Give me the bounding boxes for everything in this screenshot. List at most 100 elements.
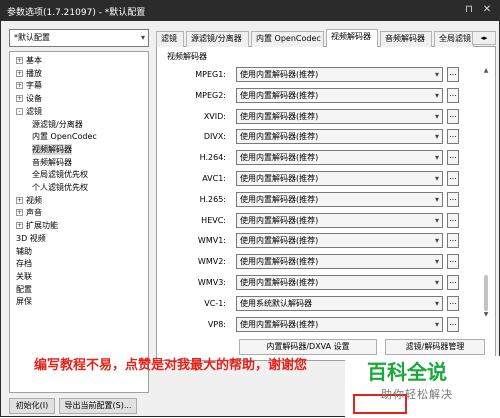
decoder-select[interactable]: 使用内置解码器(推荐) ▾	[236, 87, 443, 103]
tree-item[interactable]: 全局滤镜优先权	[32, 169, 88, 180]
profile-value: *默认配置	[14, 33, 50, 42]
tree-item[interactable]: + 字幕	[16, 80, 42, 91]
decoder-options-button[interactable]: ...	[447, 150, 459, 166]
decoder-label: H.264:	[199, 153, 226, 163]
tree-item-label: 个人滤镜优先权	[32, 183, 88, 192]
expand-icon[interactable]: +	[16, 95, 23, 103]
decoder-select[interactable]: 使用内置解码器(推荐) ▾	[236, 191, 443, 207]
decoder-select[interactable]: 使用内置解码器(推荐) ▾	[236, 108, 443, 124]
tab[interactable]: 内置 OpenCodec	[251, 31, 324, 47]
close-button[interactable]: ✕	[479, 3, 495, 17]
tab[interactable]: 视频解码器	[326, 29, 378, 48]
decoder-select-value: 使用内置解码器(推荐)	[240, 132, 319, 142]
tab[interactable]: 滤镜	[156, 31, 184, 47]
tree-item-label: 音频解码器	[32, 157, 72, 167]
decoder-select[interactable]: 使用内置解码器(推荐) ▾	[236, 150, 443, 166]
scroll-up-icon[interactable]: ▲	[481, 67, 491, 77]
tree-item[interactable]: + 扩展功能	[16, 220, 58, 231]
scroll-thumb[interactable]	[484, 275, 488, 311]
dxva-settings-button[interactable]: 内置解码器/DXVA 设置	[239, 339, 377, 355]
collapse-icon[interactable]: -	[16, 107, 23, 115]
expand-icon[interactable]: +	[16, 222, 23, 230]
decoder-options-button[interactable]: ...	[447, 233, 459, 249]
group-label: 视频解码器	[167, 52, 207, 61]
tree-item[interactable]: + 声音	[16, 207, 42, 218]
decoder-options-button[interactable]: ...	[447, 316, 459, 332]
decoder-options-button[interactable]: ...	[447, 295, 459, 311]
tree-item-label: 源滤镜/分离器	[32, 119, 83, 129]
tree-item[interactable]: + 播放	[16, 68, 42, 79]
pin-icon[interactable]: ⊓	[461, 3, 477, 17]
filter-manager-button[interactable]: 滤镜/解码器管理	[385, 339, 485, 355]
tree-item-label: 3D 视频	[16, 233, 46, 243]
decoder-label: XVID:	[203, 111, 226, 121]
expand-icon[interactable]: +	[16, 196, 23, 204]
decoder-select[interactable]: 使用内置解码器(推荐) ▾	[236, 171, 443, 186]
tab[interactable]: 源滤镜/分离器	[186, 31, 249, 47]
tree-item[interactable]: 关联	[16, 271, 32, 282]
decoder-select[interactable]: 使用内置解码器(推荐) ▾	[236, 129, 443, 145]
tree-item[interactable]: 存档	[16, 258, 32, 269]
title-bar: 参数选项(1.7.21097) - *默认配置 ⊓ ✕	[1, 1, 499, 21]
decoder-options-button[interactable]: ...	[447, 171, 459, 186]
decoder-label: HEVC:	[201, 215, 226, 225]
tree-item[interactable]: 音频解码器	[32, 157, 72, 168]
tree-item[interactable]: 辅助	[16, 246, 32, 257]
tree-item[interactable]: 视频解码器	[32, 143, 72, 155]
tab[interactable]: 音频解码器	[380, 31, 432, 47]
init-button[interactable]: 初始化(I)	[9, 398, 55, 414]
scroll-down-icon[interactable]: ▼	[481, 311, 491, 321]
decoder-select[interactable]: 使用内置解码器(推荐) ▾	[236, 275, 443, 290]
tree-item[interactable]: 个人滤镜优先权	[32, 182, 88, 193]
tree-item[interactable]: 3D 视频	[16, 233, 46, 244]
decoder-options-button[interactable]: ...	[447, 87, 459, 103]
panel-scrollbar[interactable]: ▲ ▼	[481, 67, 491, 321]
decoder-select[interactable]: 使用内置解码器(推荐) ▾	[236, 233, 443, 249]
decoder-select-value: 使用内置解码器(推荐)	[240, 153, 319, 163]
tree-item[interactable]: 屏保	[16, 296, 32, 307]
expand-icon[interactable]: +	[16, 69, 23, 77]
chevron-down-icon: ▾	[434, 298, 439, 308]
decoder-options-button[interactable]: ...	[447, 191, 459, 207]
tree-item[interactable]: 源滤镜/分离器	[32, 119, 83, 130]
preferences-window: 参数选项(1.7.21097) - *默认配置 ⊓ ✕ *默认配置 ▾ + 基本 +…	[0, 0, 500, 418]
decoder-options-button[interactable]: ...	[447, 129, 459, 145]
decoder-options-button[interactable]: ...	[447, 67, 459, 82]
expand-icon[interactable]: +	[16, 209, 23, 217]
tab[interactable]: 全局滤镜	[434, 31, 474, 47]
decoder-select-value: 使用内置解码器(推荐)	[240, 194, 319, 204]
decoder-label: WMV3:	[197, 278, 226, 287]
export-config-button[interactable]: 导出当前配置(S)...	[59, 398, 137, 414]
decoder-options-button[interactable]: ...	[447, 254, 459, 270]
brand-watermark: 百科全说 助你轻松解决	[345, 356, 500, 418]
decoder-select[interactable]: 使用内置解码器(推荐) ▾	[236, 212, 443, 228]
tree-item[interactable]: 配置	[16, 284, 32, 295]
decoder-select[interactable]: 使用内置解码器(推荐) ▾	[236, 316, 443, 332]
tab-scroll-arrows[interactable]: ◂▸	[472, 31, 496, 45]
decoder-options-button[interactable]: ...	[447, 108, 459, 124]
chevron-down-icon: ▾	[434, 174, 439, 183]
tree-item-label: 扩展功能	[26, 221, 58, 231]
profile-select[interactable]: *默认配置 ▾	[9, 29, 149, 47]
decoder-select[interactable]: 使用内置解码器(推荐) ▾	[236, 67, 443, 82]
tree-item[interactable]: - 滤镜	[16, 106, 42, 117]
decoder-select[interactable]: 使用系统默认解码器 ▾	[236, 295, 443, 311]
expand-icon[interactable]: +	[16, 57, 23, 64]
tree-item-label: 屏保	[16, 297, 32, 307]
decoder-options-button[interactable]: ...	[447, 275, 459, 290]
tree-item[interactable]: + 设备	[16, 93, 42, 104]
decoder-select-value: 使用内置解码器(推荐)	[240, 111, 319, 121]
decoder-select[interactable]: 使用内置解码器(推荐) ▾	[236, 254, 443, 270]
decoder-label: MPEG2:	[195, 90, 226, 100]
decoder-options-button[interactable]: ...	[447, 212, 459, 228]
tree-item-label: 配置	[16, 284, 32, 294]
tree-item-label: 关联	[16, 271, 32, 281]
tree-item-label: 存档	[16, 259, 32, 269]
expand-icon[interactable]: +	[16, 82, 23, 90]
tree-item-label: 辅助	[16, 246, 32, 256]
tree-item[interactable]: + 视频	[16, 195, 42, 206]
tree-item[interactable]: 内置 OpenCodec	[32, 131, 97, 142]
chevron-down-icon: ▾	[434, 278, 439, 287]
settings-tree[interactable]: + 基本 + 播放 + 字幕 + 设备 - 滤镜源滤镜/分离器内置 OpenCodec 视频解码器音…	[9, 51, 149, 393]
tree-item[interactable]: + 基本	[16, 55, 42, 66]
